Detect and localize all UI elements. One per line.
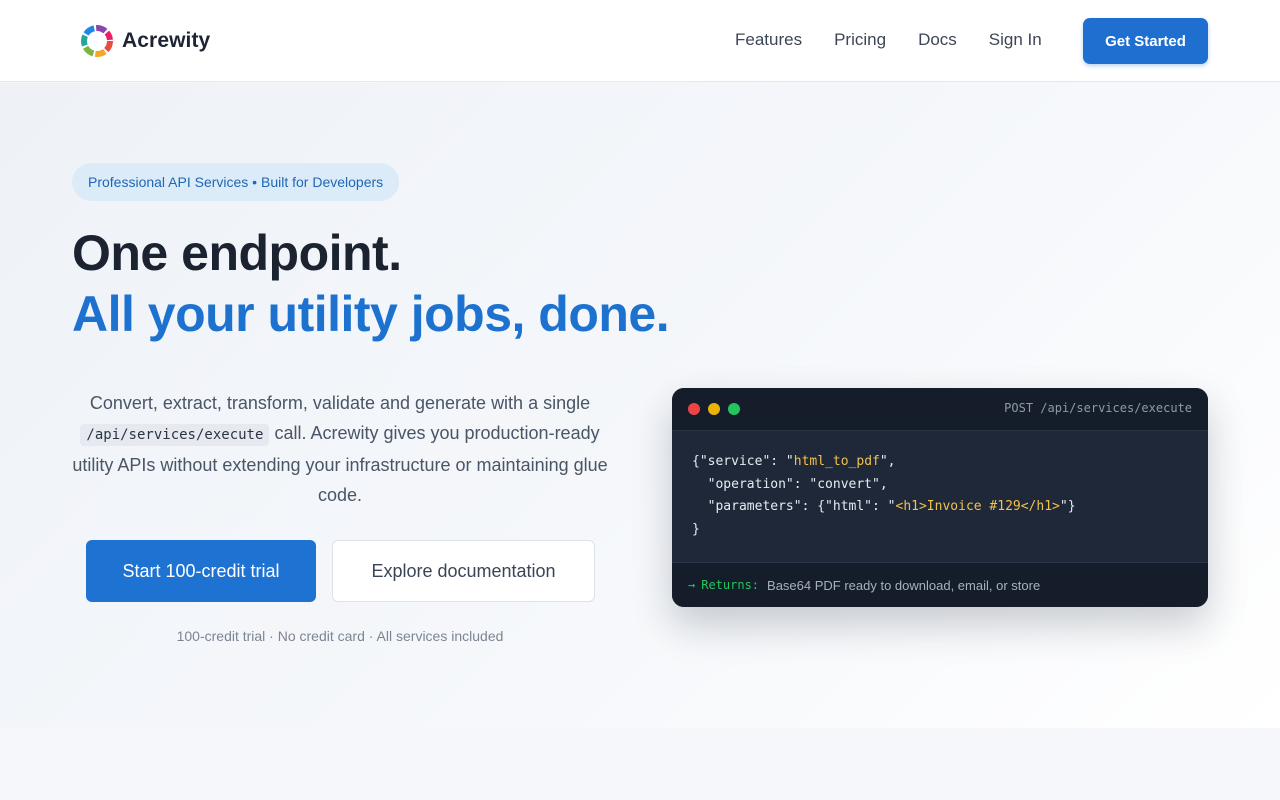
nav-link-docs[interactable]: Docs [918,30,957,50]
hero-description: Convert, extract, transform, validate an… [72,388,608,510]
request-path: POST /api/services/execute [1004,401,1192,415]
arrow-right-icon: → [688,578,696,592]
window-close-dot-icon [688,403,700,415]
trial-note: 100-credit trial · No credit card · All … [176,628,504,644]
endpoint-code-chip: /api/services/execute [80,424,270,446]
code-token: ", [879,454,896,469]
explore-docs-button[interactable]: Explore documentation [332,540,595,602]
brand[interactable]: Acrewity [79,23,210,59]
hero-headline-line1: One endpoint. [72,225,402,281]
next-section-background [0,728,1280,800]
code-card-footer: → Returns: Base64 PDF ready to download,… [672,562,1208,607]
get-started-button[interactable]: Get Started [1083,18,1208,64]
code-token: "parameters": {"html": " [692,499,896,514]
code-string: <h1>Invoice #129</h1> [895,499,1060,514]
hero-tagline-badge: Professional API Services • Built for De… [72,163,400,201]
code-token: {"service": " [692,454,794,469]
returns-text: Base64 PDF ready to download, email, or … [767,577,1041,593]
code-string: html_to_pdf [793,454,880,469]
code-sample: {"service": "html_to_pdf", "operation": … [672,431,1208,562]
nav-link-pricing[interactable]: Pricing [834,30,886,50]
code-example-card: POST /api/services/execute {"service": "… [672,388,1208,607]
code-line: {"service": "html_to_pdf", [692,451,1188,474]
nav-link-sign-in[interactable]: Sign In [989,30,1042,50]
code-line: } [692,521,700,537]
main-nav: Features Pricing Docs Sign In [735,30,1074,50]
brand-name: Acrewity [122,29,211,52]
code-line: "parameters": {"html": "<h1>Invoice #129… [692,496,1188,519]
code-line: "operation": "convert", [692,476,888,492]
hero-headline-line2: All your utility jobs, done. [72,286,670,342]
window-maximize-dot-icon [728,403,740,415]
code-token: "} [1059,499,1076,514]
window-minimize-dot-icon [708,403,720,415]
hero-description-part1: Convert, extract, transform, validate an… [89,393,591,413]
nav-link-features[interactable]: Features [735,30,802,50]
code-card-header: POST /api/services/execute [672,388,1208,431]
circular-logo-icon [81,25,113,57]
top-navigation-bar: Acrewity Features Pricing Docs Sign In G… [0,0,1280,82]
start-trial-button[interactable]: Start 100-credit trial [86,540,316,602]
returns-label: Returns: [701,578,760,592]
